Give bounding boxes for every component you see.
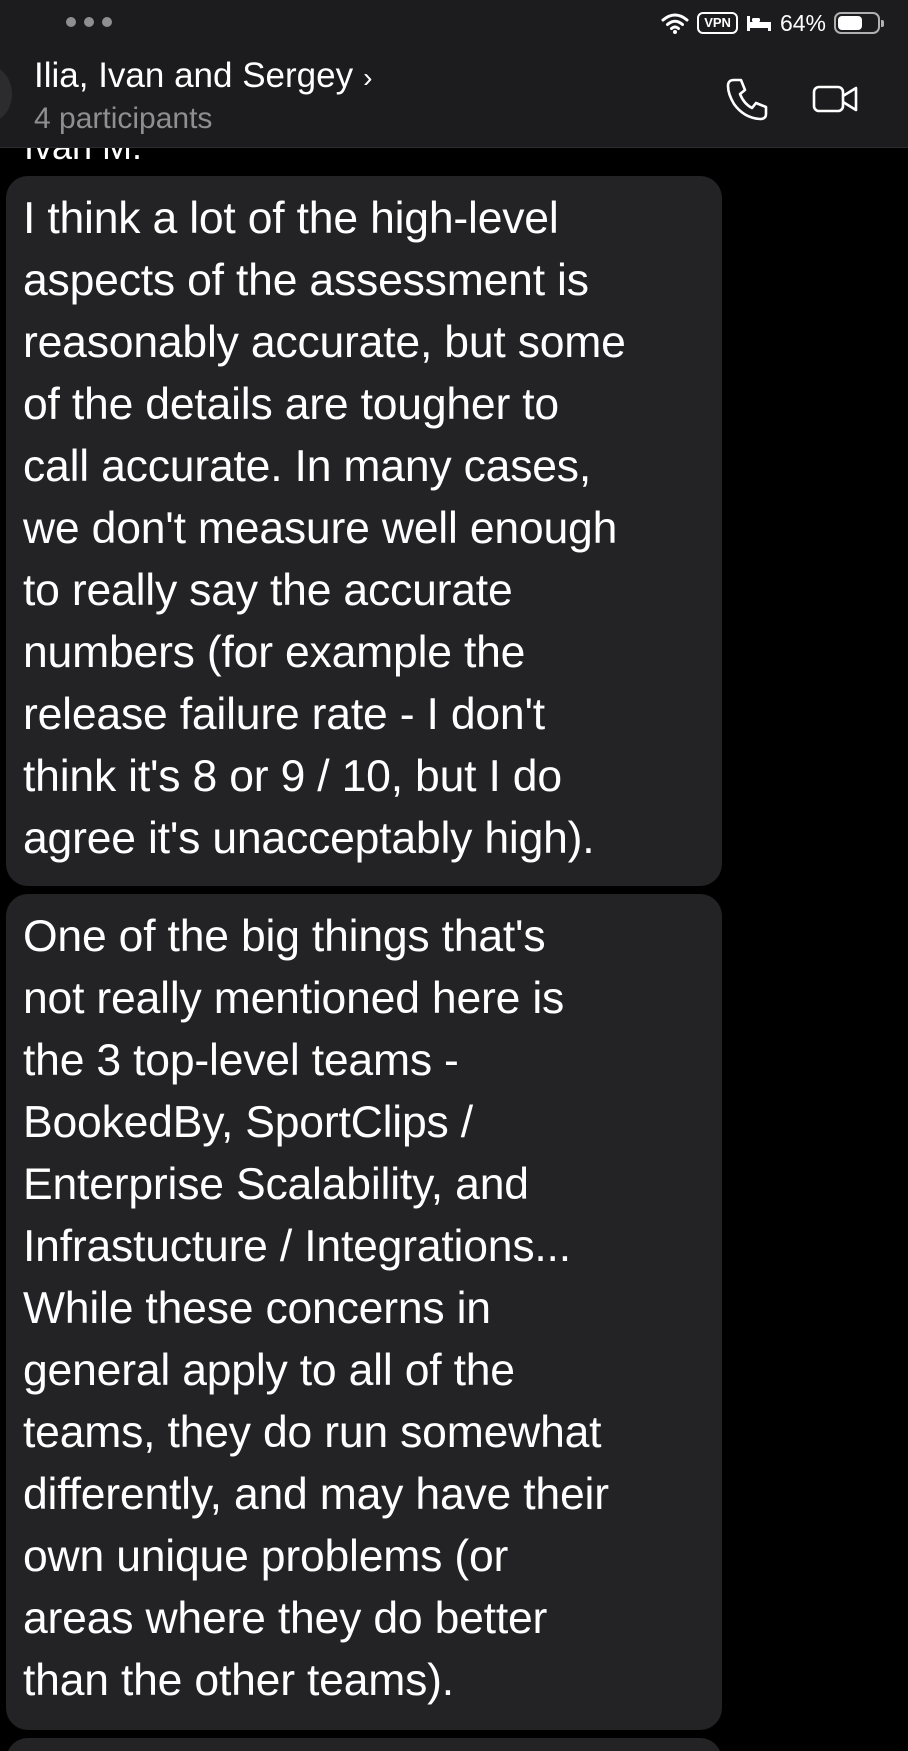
message-text-line: One of the big things that's bbox=[23, 912, 546, 961]
chat-title-button[interactable]: Ilia, Ivan and Sergey › bbox=[34, 56, 372, 96]
sender-name: Ivan M. bbox=[24, 148, 142, 168]
message-text-line: BookedBy, SportClips / bbox=[23, 1098, 473, 1147]
participants-count: 4 participants bbox=[34, 102, 213, 135]
message-text-line: While these concerns in bbox=[23, 1284, 491, 1333]
message-text-line: Enterprise Scalability, and bbox=[23, 1160, 529, 1209]
message-text-line: to really say the accurate bbox=[23, 566, 513, 615]
message-text-line: the 3 top-level teams - bbox=[23, 1036, 459, 1085]
battery-level-fill bbox=[838, 16, 862, 30]
message-text-line: of the details are tougher to bbox=[23, 380, 559, 429]
message-text-line: release failure rate - I don't bbox=[23, 690, 545, 739]
wifi-icon bbox=[661, 13, 689, 34]
back-avatar-button[interactable] bbox=[0, 66, 12, 122]
message-bubble-partial[interactable] bbox=[6, 1738, 722, 1751]
sleep-mode-bed-icon bbox=[746, 16, 771, 31]
message-text-line: Infrastucture / Integrations... bbox=[23, 1222, 571, 1271]
message-text-line: not really mentioned here is bbox=[23, 974, 565, 1023]
status-indicators: VPN 64% bbox=[661, 8, 884, 38]
video-call-icon[interactable] bbox=[812, 76, 860, 122]
multitasking-dots-icon[interactable] bbox=[66, 17, 112, 27]
message-text-line: reasonably accurate, but some bbox=[23, 318, 626, 367]
message-bubble[interactable]: One of the big things that's not really m… bbox=[6, 894, 722, 1730]
phone-call-icon[interactable] bbox=[722, 74, 772, 124]
message-text-line: think it's 8 or 9 / 10, but I do bbox=[23, 752, 562, 801]
message-text-line: own unique problems (or bbox=[23, 1532, 509, 1581]
message-text-line: general apply to all of the bbox=[23, 1346, 515, 1395]
message-text-line: teams, they do run somewhat bbox=[23, 1408, 602, 1457]
status-bar: VPN 64% bbox=[0, 0, 908, 46]
battery-icon bbox=[834, 12, 884, 34]
message-text-line: differently, and may have their bbox=[23, 1470, 609, 1519]
message-text-line: we don't measure well enough bbox=[23, 504, 618, 553]
chat-header: Ilia, Ivan and Sergey › 4 participants bbox=[0, 46, 908, 148]
message-text-line: aspects of the assessment is bbox=[23, 256, 589, 305]
message-bubble[interactable]: I think a lot of the high-level aspects o… bbox=[6, 176, 722, 886]
message-list[interactable]: Ivan M. I think a lot of the high-level a… bbox=[0, 148, 908, 1751]
message-text-line: areas where they do better bbox=[23, 1594, 548, 1643]
vpn-badge: VPN bbox=[697, 12, 738, 34]
battery-percentage: 64% bbox=[779, 9, 826, 36]
message-text-line: I think a lot of the high-level bbox=[23, 194, 559, 243]
message-text-line: than the other teams). bbox=[23, 1656, 454, 1705]
message-text-line: call accurate. In many cases, bbox=[23, 442, 592, 491]
chevron-right-icon: › bbox=[363, 62, 373, 93]
chat-title: Ilia, Ivan and Sergey bbox=[34, 56, 354, 95]
message-text-line: agree it's unacceptably high). bbox=[23, 814, 595, 863]
message-text-line: numbers (for example the bbox=[23, 628, 526, 677]
